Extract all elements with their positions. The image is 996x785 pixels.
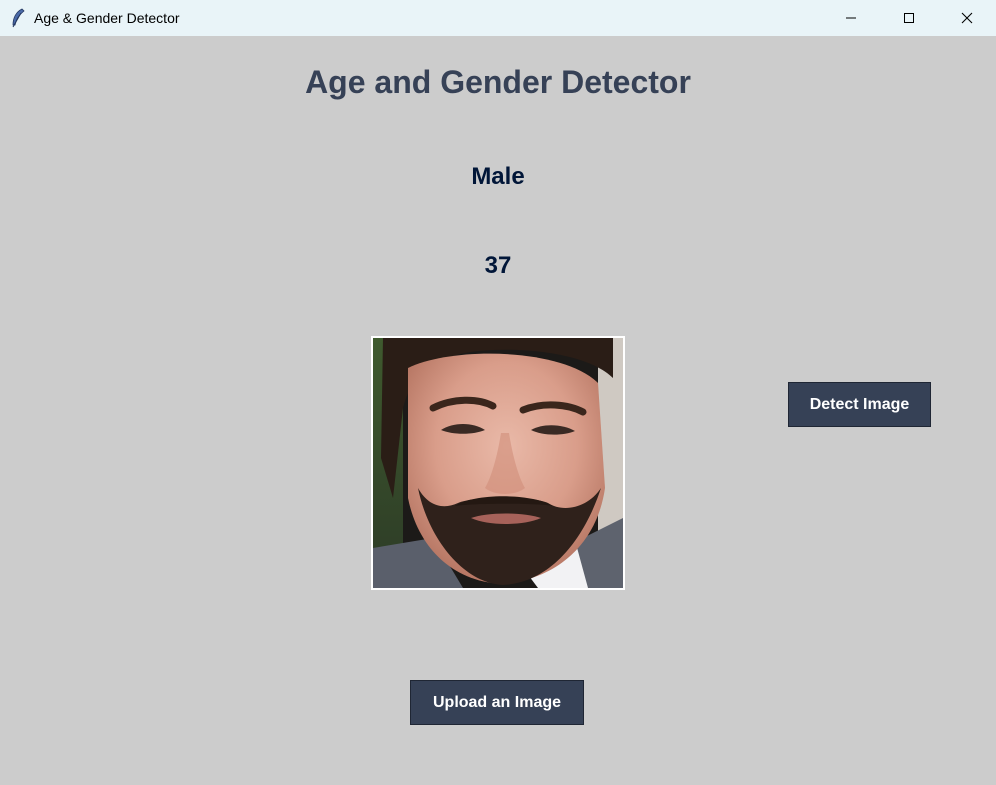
close-icon: [961, 12, 973, 24]
close-button[interactable]: [938, 0, 996, 36]
detect-image-button[interactable]: Detect Image: [788, 382, 931, 427]
app-window: Age & Gender Detector Age and Gender Det…: [0, 0, 996, 785]
feather-icon: [9, 8, 27, 28]
page-title: Age and Gender Detector: [305, 64, 691, 100]
upload-image-button[interactable]: Upload an Image: [410, 680, 584, 725]
window-title: Age & Gender Detector: [34, 10, 180, 26]
maximize-button[interactable]: [880, 0, 938, 36]
maximize-icon: [904, 13, 914, 23]
main-panel: Age and Gender Detector Male 37 Detect I…: [0, 36, 996, 785]
gender-result: Male: [471, 163, 525, 190]
minimize-button[interactable]: [822, 0, 880, 36]
age-result: 37: [484, 252, 512, 279]
uploaded-image: [371, 336, 625, 590]
face-photo: [373, 338, 623, 588]
title-bar[interactable]: Age & Gender Detector: [0, 0, 996, 36]
minimize-icon: [846, 17, 856, 19]
